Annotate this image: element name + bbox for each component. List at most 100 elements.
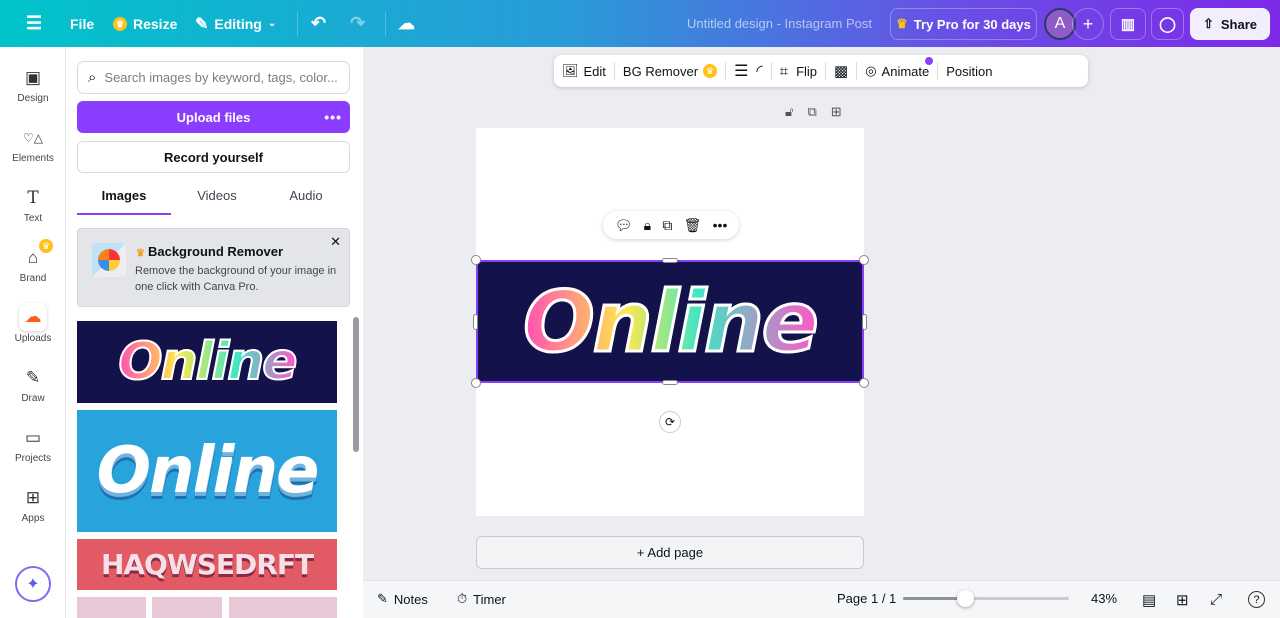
- chevron-down-icon: ⌄: [267, 18, 277, 29]
- corner-rounding-icon[interactable]: ◜: [756, 61, 770, 81]
- resize-handle[interactable]: [859, 378, 869, 388]
- crown-icon: ♛: [896, 16, 908, 31]
- fullscreen-icon[interactable]: ⤢: [1210, 591, 1222, 608]
- undo-icon[interactable]: ↶: [311, 0, 326, 47]
- tab-images[interactable]: Images: [77, 188, 171, 203]
- upload-thumbnail[interactable]: Online: [77, 410, 337, 532]
- element-quick-actions: 💬︎ 🔒︎ ⧉ 🗑︎ •••: [603, 211, 739, 239]
- grid-view-icon[interactable]: ⊞: [1176, 591, 1189, 609]
- animate-icon: ◎: [865, 63, 877, 78]
- notes-label: Notes: [393, 591, 428, 607]
- upload-thumbnail[interactable]: HAQWSEDRFT: [77, 539, 337, 590]
- tab-audio[interactable]: Audio: [259, 188, 353, 203]
- duplicate-icon[interactable]: ⧉: [662, 217, 672, 234]
- edit-label: Edit: [583, 63, 606, 79]
- search-input[interactable]: ⌕ Search images by keyword, tags, color.…: [77, 61, 350, 94]
- rail-apps[interactable]: ⊞ Apps: [0, 487, 66, 524]
- trash-icon[interactable]: 🗑︎: [684, 217, 702, 234]
- rail-label: Draw: [21, 393, 45, 404]
- design-title[interactable]: Untitled design - Instagram Post: [687, 0, 872, 47]
- rail-brand[interactable]: ⌂ Brand ♛: [0, 239, 66, 284]
- add-collaborator-icon[interactable]: +: [1072, 8, 1104, 40]
- thumbnail-view-icon[interactable]: ▤: [1142, 591, 1156, 609]
- image-text: Online: [522, 271, 821, 372]
- edit-button[interactable]: 🖼 Edit: [554, 63, 614, 79]
- selected-image[interactable]: Online: [476, 260, 864, 383]
- resize-handle[interactable]: [862, 314, 867, 330]
- resize-handle[interactable]: [471, 255, 481, 265]
- flip-button[interactable]: Flip: [796, 64, 825, 79]
- timer-button[interactable]: ⏱ Timer: [457, 591, 506, 607]
- thumbnail-text: Online: [117, 331, 298, 393]
- redo-icon[interactable]: ↷: [350, 0, 365, 47]
- panel-scrollbar[interactable]: [353, 317, 359, 452]
- file-menu[interactable]: File: [70, 0, 94, 47]
- rail-elements[interactable]: ♡△ Elements: [0, 127, 66, 164]
- tab-videos[interactable]: Videos: [170, 188, 264, 203]
- edit-image-icon: 🖼: [562, 63, 579, 78]
- insights-icon[interactable]: ▥: [1110, 8, 1146, 40]
- zoom-slider[interactable]: [903, 590, 1069, 607]
- comment-icon[interactable]: ◯: [1151, 8, 1184, 40]
- lock-icon[interactable]: 🔓︎: [785, 104, 793, 120]
- thumbnail-text: HAQWSEDRFT: [100, 548, 314, 581]
- position-button[interactable]: Position: [938, 64, 1000, 79]
- try-pro-button[interactable]: ♛ Try Pro for 30 days: [890, 8, 1037, 40]
- share-button[interactable]: ⇧ Share: [1190, 8, 1270, 40]
- design-icon: ▣: [24, 68, 42, 87]
- comment-add-icon[interactable]: 💬︎: [615, 217, 633, 234]
- lock-icon[interactable]: 🔒︎: [644, 217, 651, 234]
- page-indicator[interactable]: Page 1 / 1: [837, 591, 896, 606]
- rail-draw[interactable]: ✎ Draw: [0, 367, 66, 404]
- rail-design[interactable]: ▣ Design: [0, 67, 66, 104]
- divider: [297, 12, 298, 36]
- resize-button[interactable]: ♛ Resize: [113, 0, 177, 47]
- rail-uploads[interactable]: ☁ Uploads: [0, 303, 66, 344]
- magic-assistant-icon[interactable]: ✦: [15, 566, 51, 602]
- bg-remover-button[interactable]: BG Remover ♛: [615, 64, 725, 79]
- upload-files-button[interactable]: Upload files •••: [77, 101, 350, 133]
- try-pro-label: Try Pro for 30 days: [913, 16, 1031, 32]
- share-label: Share: [1220, 16, 1258, 32]
- resize-handle[interactable]: [471, 378, 481, 388]
- rotate-icon[interactable]: ⟳: [659, 411, 681, 433]
- resize-handle[interactable]: [473, 314, 478, 330]
- editing-dropdown[interactable]: ✎ Editing ⌄: [195, 0, 276, 47]
- animate-button[interactable]: ◎ Animate: [857, 57, 937, 79]
- editing-label: Editing: [214, 15, 262, 32]
- border-style-icon[interactable]: ☰: [726, 61, 756, 81]
- duplicate-page-icon[interactable]: ⧉: [807, 104, 816, 120]
- elements-icon: ♡△: [23, 131, 43, 145]
- close-icon[interactable]: ✕: [330, 234, 341, 250]
- upload-thumbnail[interactable]: [229, 597, 337, 618]
- rail-text[interactable]: T Text: [0, 187, 66, 224]
- share-icon: ⇧: [1202, 16, 1214, 31]
- text-icon: T: [27, 188, 39, 208]
- upload-thumbnail[interactable]: Online: [77, 321, 337, 403]
- zoom-slider-thumb[interactable]: [956, 590, 974, 607]
- transparency-icon[interactable]: ▩: [826, 62, 856, 80]
- upload-thumbnail[interactable]: [77, 597, 146, 618]
- background-remover-promo[interactable]: ♛ Background Remover Remove the backgroun…: [77, 228, 350, 307]
- zoom-level[interactable]: 43%: [1091, 591, 1117, 606]
- more-options-icon[interactable]: •••: [324, 109, 342, 125]
- rail-label: Apps: [21, 513, 45, 524]
- crop-icon[interactable]: ⌗: [772, 63, 796, 80]
- active-tab-indicator: [77, 213, 171, 215]
- resize-handle[interactable]: [662, 258, 678, 263]
- menu-icon[interactable]: ☰: [26, 0, 42, 47]
- add-page-icon[interactable]: ⊞: [831, 104, 842, 120]
- more-icon[interactable]: •••: [713, 217, 728, 233]
- upload-thumbnail[interactable]: [152, 597, 222, 618]
- resize-handle[interactable]: [662, 380, 678, 385]
- resize-handle[interactable]: [859, 255, 869, 265]
- notes-button[interactable]: ✎ Notes: [377, 591, 428, 607]
- add-page-button[interactable]: + Add page: [476, 536, 864, 569]
- rail-label: Elements: [12, 153, 54, 164]
- record-yourself-button[interactable]: Record yourself: [77, 141, 350, 173]
- timer-icon: ⏱: [457, 591, 468, 606]
- promo-title: Background Remover: [147, 244, 284, 259]
- rail-projects[interactable]: ▭ Projects: [0, 427, 66, 464]
- help-icon[interactable]: ?: [1248, 591, 1265, 608]
- cloud-saved-icon[interactable]: ☁: [398, 0, 415, 47]
